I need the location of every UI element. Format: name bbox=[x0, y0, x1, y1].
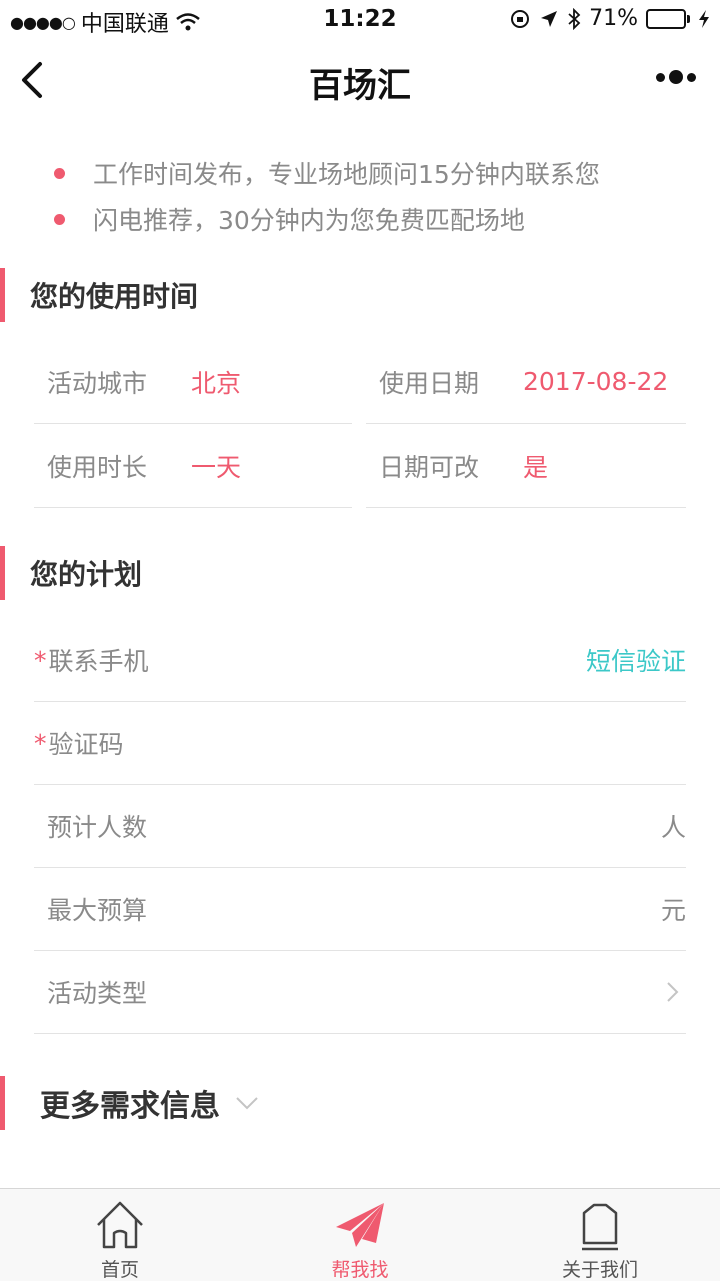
tab-home[interactable]: 首页 bbox=[0, 1189, 240, 1281]
bullet-dot bbox=[54, 213, 65, 225]
tab-label: 关于我们 bbox=[561, 1259, 638, 1281]
usage-section-header: 您的使用时间 bbox=[0, 268, 720, 322]
section-title: 您的使用时间 bbox=[30, 280, 199, 313]
verification-code-field[interactable]: * 验证码 bbox=[34, 702, 686, 785]
required-mark: * bbox=[34, 728, 47, 758]
field-duration[interactable]: 使用时长 一天 bbox=[34, 424, 352, 508]
notice-item: 闪电推荐，30分钟内为您免费匹配场地 bbox=[0, 196, 720, 242]
more-requirements-toggle[interactable]: 更多需求信息 bbox=[0, 1076, 720, 1130]
code-label: 验证码 bbox=[48, 730, 124, 759]
battery-icon bbox=[646, 8, 690, 29]
section-accent-bar bbox=[0, 546, 5, 600]
field-value: 是 bbox=[523, 452, 549, 482]
tab-help-me-find[interactable]: 帮我找 bbox=[240, 1189, 480, 1281]
plan-section-header: 您的计划 bbox=[0, 546, 720, 600]
phone-label: 联系手机 bbox=[48, 647, 149, 676]
field-value: 北京 bbox=[191, 368, 242, 398]
activity-type-label: 活动类型 bbox=[47, 979, 148, 1008]
field-date[interactable]: 使用日期 2017-08-22 bbox=[366, 340, 686, 424]
chevron-right-icon bbox=[667, 982, 679, 1002]
more-menu-icon[interactable] bbox=[656, 70, 696, 84]
location-arrow-icon bbox=[541, 10, 558, 27]
home-icon bbox=[97, 1201, 143, 1249]
people-label: 预计人数 bbox=[47, 813, 148, 842]
section-accent-bar bbox=[0, 268, 5, 322]
field-value: 一天 bbox=[191, 452, 242, 482]
tab-bar: 首页 帮我找 关于我们 bbox=[0, 1188, 720, 1281]
chevron-down-icon bbox=[236, 1097, 258, 1110]
notice-text: 工作时间发布，专业场地顾问15分钟内联系您 bbox=[93, 160, 600, 189]
orientation-lock-icon bbox=[511, 9, 530, 28]
phone-field[interactable]: * 联系手机 短信验证 bbox=[34, 619, 686, 702]
tab-label: 首页 bbox=[100, 1259, 139, 1281]
required-mark: * bbox=[34, 645, 47, 675]
paper-plane-icon bbox=[336, 1203, 384, 1247]
field-city[interactable]: 活动城市 北京 bbox=[34, 340, 352, 424]
charging-icon bbox=[699, 9, 709, 28]
activity-type-field[interactable]: 活动类型 bbox=[34, 951, 686, 1034]
notice-list: 工作时间发布，专业场地顾问15分钟内联系您 闪电推荐，30分钟内为您免费匹配场地 bbox=[0, 150, 720, 242]
section-accent-bar bbox=[0, 1076, 5, 1130]
notice-text: 闪电推荐，30分钟内为您免费匹配场地 bbox=[93, 206, 525, 235]
budget-label: 最大预算 bbox=[47, 896, 148, 925]
people-count-field[interactable]: 预计人数 人 bbox=[34, 785, 686, 868]
field-label: 使用日期 bbox=[379, 368, 480, 398]
about-icon bbox=[582, 1203, 618, 1251]
people-unit: 人 bbox=[660, 813, 686, 842]
field-value: 2017-08-22 bbox=[523, 367, 669, 396]
status-right: 71% bbox=[509, 6, 710, 31]
bullet-dot bbox=[54, 167, 65, 179]
field-label: 日期可改 bbox=[379, 452, 480, 482]
budget-unit: 元 bbox=[660, 896, 686, 925]
nav-bar: 百场汇 bbox=[0, 40, 720, 122]
battery-percent: 71% bbox=[589, 6, 638, 31]
sms-verify-button[interactable]: 短信验证 bbox=[586, 642, 686, 678]
field-date-changeable[interactable]: 日期可改 是 bbox=[366, 424, 686, 508]
page-title: 百场汇 bbox=[309, 66, 411, 106]
status-bar: ●●●●○ 中国联通 11:22 71% bbox=[0, 0, 720, 40]
tab-about-us[interactable]: 关于我们 bbox=[480, 1189, 720, 1281]
notice-item: 工作时间发布，专业场地顾问15分钟内联系您 bbox=[0, 150, 720, 196]
budget-field[interactable]: 最大预算 元 bbox=[34, 868, 686, 951]
bluetooth-icon bbox=[568, 7, 581, 30]
field-label: 使用时长 bbox=[47, 452, 148, 482]
tab-label: 帮我找 bbox=[331, 1259, 389, 1281]
section-title: 您的计划 bbox=[30, 558, 143, 591]
field-label: 活动城市 bbox=[47, 368, 148, 398]
more-requirements-title: 更多需求信息 bbox=[40, 1089, 220, 1124]
